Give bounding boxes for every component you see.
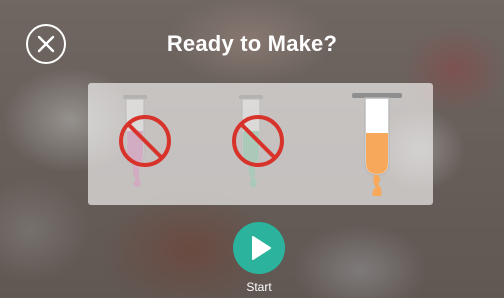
prohibited-icon — [232, 115, 284, 167]
start-button[interactable] — [233, 222, 285, 274]
start-label: Start — [246, 280, 272, 294]
tube-selection-panel — [88, 83, 433, 205]
tube-slot-pink — [88, 83, 198, 205]
tube-slot-orange[interactable] — [323, 83, 433, 205]
make-confirmation-screen: Ready to Make? Start — [0, 0, 504, 298]
tube-slot-green — [204, 83, 314, 205]
test-tube-icon — [352, 93, 402, 196]
prohibited-icon — [119, 115, 171, 167]
dialog-title: Ready to Make? — [166, 31, 338, 56]
play-icon — [252, 236, 271, 260]
